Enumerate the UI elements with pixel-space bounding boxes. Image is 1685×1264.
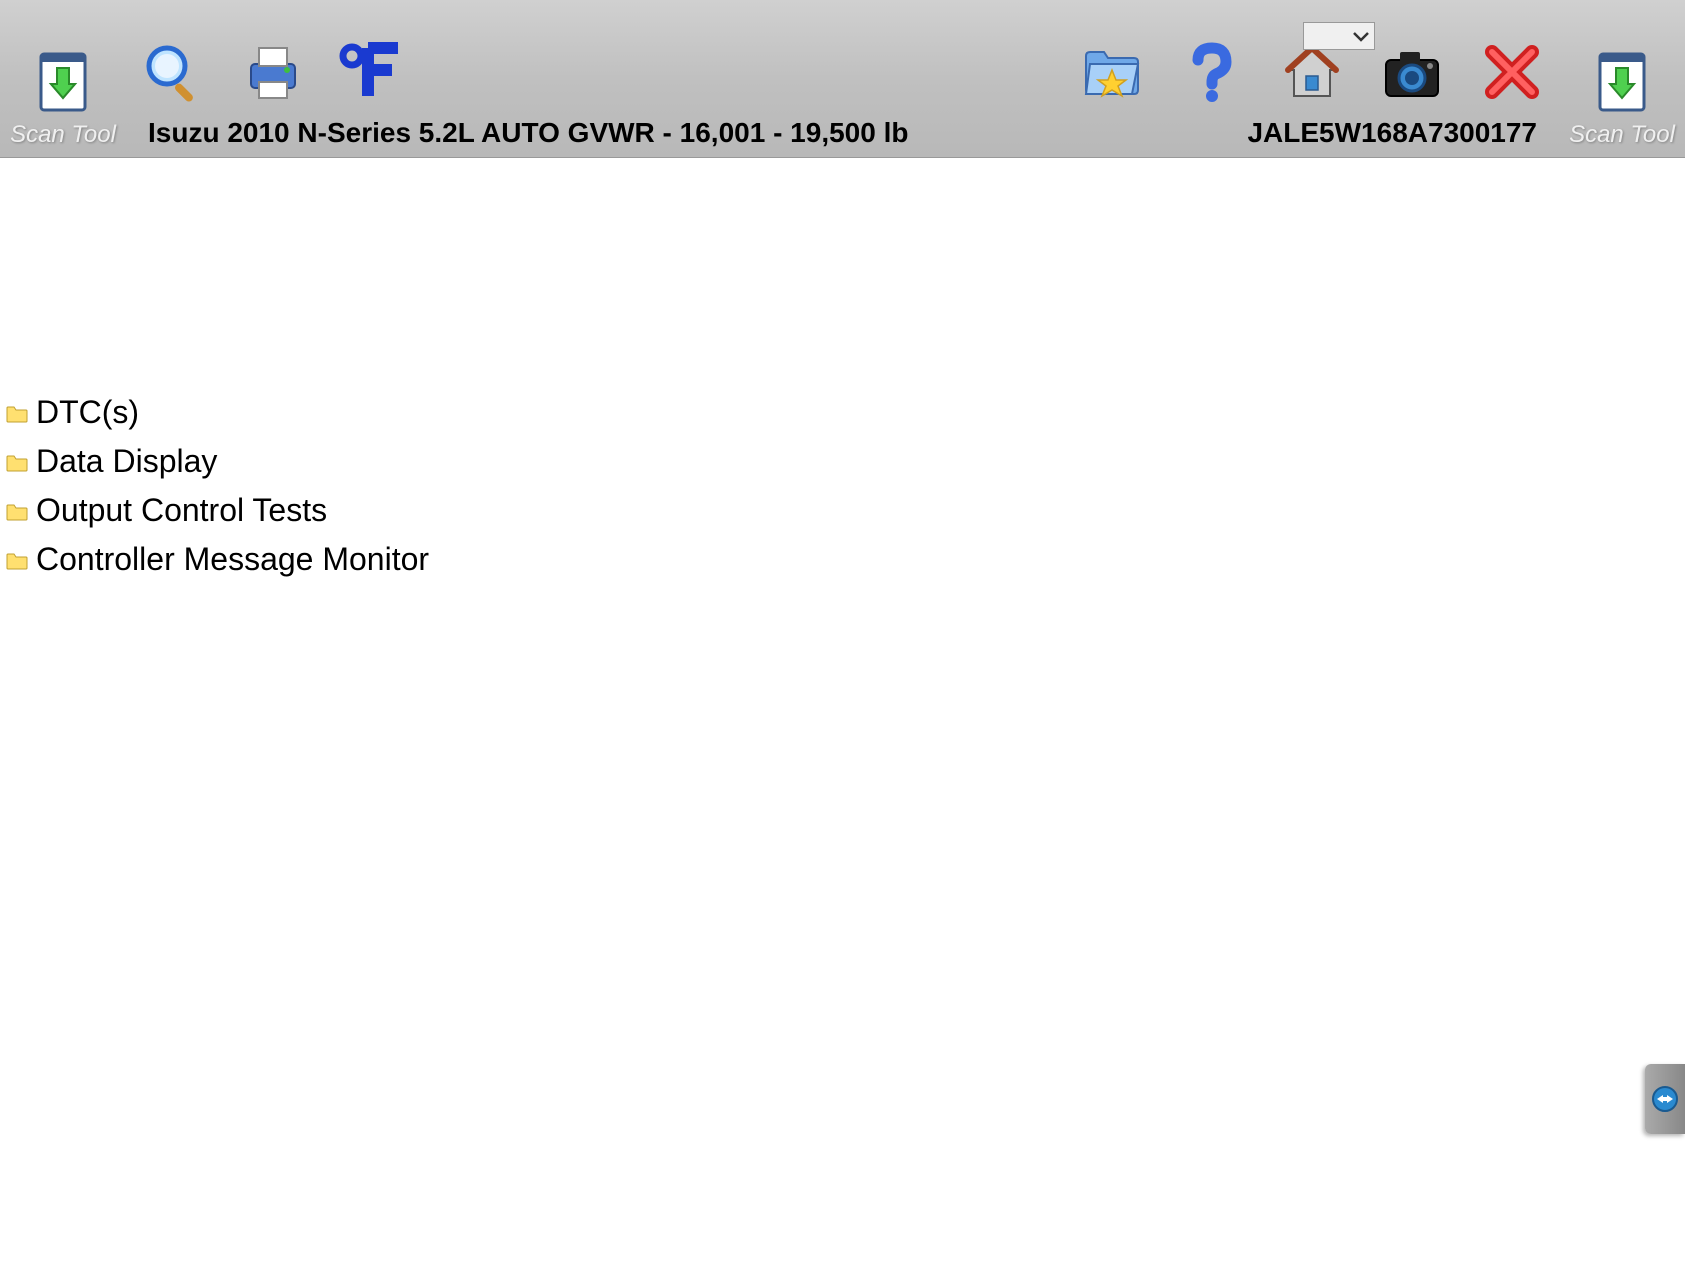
folder-icon bbox=[6, 541, 28, 578]
print-button[interactable] bbox=[238, 37, 308, 107]
chevron-down-icon bbox=[1352, 29, 1370, 43]
vehicle-info-text: Isuzu 2010 N-Series 5.2L AUTO GVWR - 16,… bbox=[148, 117, 908, 149]
scan-tool-right-label: Scan Tool bbox=[1569, 121, 1675, 149]
vin-text: JALE5W168A7300177 bbox=[1247, 117, 1537, 149]
folder-icon bbox=[6, 492, 28, 529]
menu-item-output-control[interactable]: Output Control Tests bbox=[6, 486, 1685, 535]
menu-item-label: Controller Message Monitor bbox=[36, 541, 429, 578]
dropdown-widget[interactable] bbox=[1303, 22, 1375, 50]
scan-tool-left-label: Scan Tool bbox=[10, 121, 116, 149]
fahrenheit-icon bbox=[338, 40, 408, 104]
printer-icon bbox=[241, 40, 305, 104]
close-button[interactable] bbox=[1477, 37, 1547, 107]
toolbar-right: Scan Tool bbox=[1567, 47, 1677, 149]
info-row: Isuzu 2010 N-Series 5.2L AUTO GVWR - 16,… bbox=[118, 117, 1567, 149]
menu-item-data-display[interactable]: Data Display bbox=[6, 437, 1685, 486]
search-button[interactable] bbox=[138, 37, 208, 107]
menu-area: DTC(s) Data Display Output Control Tests… bbox=[0, 158, 1685, 584]
help-button[interactable] bbox=[1177, 37, 1247, 107]
close-x-icon bbox=[1482, 42, 1542, 102]
scan-tool-right-button[interactable] bbox=[1587, 47, 1657, 117]
folder-icon bbox=[6, 443, 28, 480]
menu-item-label: Output Control Tests bbox=[36, 492, 327, 529]
menu-item-label: Data Display bbox=[36, 443, 217, 480]
menu-item-dtc[interactable]: DTC(s) bbox=[6, 388, 1685, 437]
camera-button[interactable] bbox=[1377, 37, 1447, 107]
menu-item-controller-monitor[interactable]: Controller Message Monitor bbox=[6, 535, 1685, 584]
favorites-button[interactable] bbox=[1077, 37, 1147, 107]
download-arrow-icon bbox=[1590, 50, 1654, 114]
magnifier-icon bbox=[141, 40, 205, 104]
side-tab[interactable] bbox=[1645, 1064, 1685, 1134]
download-arrow-icon bbox=[31, 50, 95, 114]
menu-item-label: DTC(s) bbox=[36, 394, 139, 431]
toolbar: Scan Tool bbox=[0, 0, 1685, 158]
folder-icon bbox=[6, 394, 28, 431]
teamviewer-icon bbox=[1651, 1085, 1679, 1113]
folder-star-icon bbox=[1080, 40, 1144, 104]
temperature-unit-button[interactable] bbox=[338, 37, 408, 107]
scan-tool-left-button[interactable] bbox=[28, 47, 98, 117]
toolbar-left: Scan Tool bbox=[8, 47, 118, 149]
camera-icon bbox=[1380, 40, 1444, 104]
question-icon bbox=[1180, 40, 1244, 104]
